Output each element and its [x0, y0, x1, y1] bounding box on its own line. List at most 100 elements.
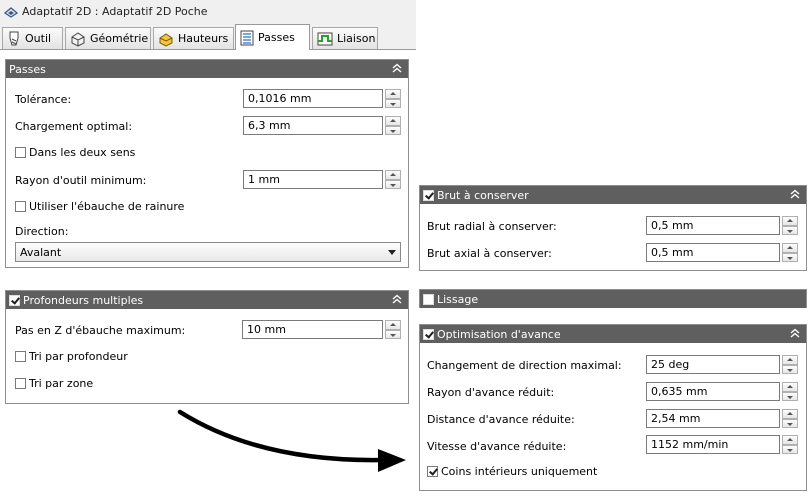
stepover-input[interactable]: 6,3 mm: [243, 116, 383, 135]
spin-up-button[interactable]: [782, 435, 798, 445]
app-icon: [3, 6, 19, 21]
spin-up-button[interactable]: [385, 170, 401, 180]
collapse-chevron-icon[interactable]: [788, 326, 802, 340]
spin-down-button[interactable]: [385, 98, 401, 108]
spin-up-button[interactable]: [782, 409, 798, 419]
inner-corners-option[interactable]: Coins intérieurs uniquement: [427, 465, 597, 478]
spin-up-button[interactable]: [782, 243, 798, 253]
max-step-spinner[interactable]: [385, 320, 401, 339]
spin-up-button[interactable]: [782, 355, 798, 365]
order-depth-checkbox[interactable]: [15, 351, 26, 362]
spin-down-button[interactable]: [385, 329, 401, 339]
max-step-label: Pas en Z d'ébauche maximum:: [15, 324, 186, 337]
slot-option[interactable]: Utiliser l'ébauche de rainure: [15, 200, 184, 213]
radial-stock-spinner[interactable]: [782, 216, 798, 235]
min-radius-field[interactable]: 1 mm: [243, 170, 401, 189]
min-radius-spinner[interactable]: [385, 170, 401, 189]
both-ways-option[interactable]: Dans les deux sens: [15, 146, 135, 159]
spin-up-button[interactable]: [385, 320, 401, 330]
smoothing-header[interactable]: Lissage: [420, 290, 806, 308]
reduced-radius-label: Rayon d'avance réduit:: [427, 386, 555, 399]
tab-label: Géométrie: [90, 32, 149, 45]
spin-down-button[interactable]: [782, 391, 798, 401]
direction-select[interactable]: Avalant: [15, 242, 401, 262]
axial-stock-input[interactable]: 0,5 mm: [646, 243, 780, 262]
spin-up-button[interactable]: [782, 382, 798, 392]
feed-optimization-header[interactable]: Optimisation d'avance: [420, 325, 806, 343]
axial-stock-spinner[interactable]: [782, 243, 798, 262]
reduced-feed-field[interactable]: 1152 mm/min: [646, 435, 798, 454]
tab-label: Hauteurs: [178, 32, 229, 45]
tolerance-spinner[interactable]: [385, 89, 401, 108]
spin-down-button[interactable]: [782, 444, 798, 454]
spin-down-button[interactable]: [385, 179, 401, 189]
feed-optimization-checkbox[interactable]: [423, 328, 434, 340]
spin-up-button[interactable]: [782, 216, 798, 226]
spin-down-button[interactable]: [782, 252, 798, 262]
max-step-input[interactable]: 10 mm: [242, 320, 383, 339]
spin-down-button[interactable]: [782, 225, 798, 235]
collapse-chevron-icon[interactable]: [788, 187, 802, 201]
spin-up-button[interactable]: [385, 89, 401, 99]
reduced-distance-input[interactable]: 2,54 mm: [646, 409, 780, 428]
arrow-icon: [177, 409, 406, 472]
tab-linking[interactable]: Liaison: [312, 27, 378, 49]
spin-down-button[interactable]: [385, 125, 401, 135]
feed-optimization-title: Optimisation d'avance: [437, 327, 561, 341]
axial-stock-label: Brut axial à conserver:: [427, 247, 552, 260]
direction-change-spinner[interactable]: [782, 355, 798, 374]
tab-geometry[interactable]: Géométrie: [65, 27, 151, 49]
order-depth-option[interactable]: Tri par profondeur: [15, 350, 128, 363]
inner-corners-checkbox[interactable]: [427, 466, 438, 477]
tab-label: Outil: [25, 32, 52, 45]
tolerance-field[interactable]: 0,1016 mm: [243, 89, 401, 108]
radial-stock-label: Brut radial à conserver:: [427, 220, 557, 233]
direction-change-field[interactable]: 25 deg: [646, 355, 798, 374]
spin-down-button[interactable]: [782, 418, 798, 428]
direction-change-input[interactable]: 25 deg: [646, 355, 780, 374]
tab-passes[interactable]: Passes: [235, 24, 310, 50]
tool-icon: [9, 31, 19, 45]
min-radius-input[interactable]: 1 mm: [243, 170, 383, 189]
passes-icon: [240, 30, 254, 45]
direction-value: Avalant: [20, 245, 62, 259]
radial-stock-field[interactable]: 0,5 mm: [646, 216, 798, 235]
tab-heights[interactable]: Hauteurs: [153, 27, 234, 49]
tab-tool[interactable]: Outil: [2, 27, 63, 49]
passes-title: Passes: [9, 62, 46, 76]
order-zone-option[interactable]: Tri par zone: [15, 377, 93, 390]
spin-up-button[interactable]: [385, 116, 401, 126]
reduced-radius-input[interactable]: 0,635 mm: [646, 382, 780, 401]
inner-corners-label: Coins intérieurs uniquement: [441, 465, 598, 478]
order-zone-checkbox[interactable]: [15, 378, 26, 389]
multiple-depths-checkbox[interactable]: [9, 294, 20, 306]
multiple-depths-header[interactable]: Profondeurs multiples: [6, 291, 408, 309]
tolerance-input[interactable]: 0,1016 mm: [243, 89, 383, 108]
reduced-distance-spinner[interactable]: [782, 409, 798, 428]
passes-panel: Passes Tolérance: 0,1016 mm Chargement o…: [5, 59, 409, 268]
reduced-feed-spinner[interactable]: [782, 435, 798, 454]
stock-to-leave-header[interactable]: Brut à conserver: [420, 186, 806, 204]
stepover-field[interactable]: 6,3 mm: [243, 116, 401, 135]
smoothing-checkbox[interactable]: [423, 293, 434, 305]
stock-to-leave-checkbox[interactable]: [423, 189, 434, 201]
passes-header[interactable]: Passes: [6, 60, 408, 78]
stock-to-leave-panel: Brut à conserver Brut radial à conserver…: [419, 185, 807, 271]
collapse-chevron-icon[interactable]: [390, 292, 404, 306]
slot-checkbox[interactable]: [15, 201, 26, 212]
axial-stock-field[interactable]: 0,5 mm: [646, 243, 798, 262]
reduced-distance-field[interactable]: 2,54 mm: [646, 409, 798, 428]
stepover-spinner[interactable]: [385, 116, 401, 135]
multiple-depths-title: Profondeurs multiples: [23, 293, 144, 307]
both-ways-checkbox[interactable]: [15, 147, 26, 158]
reduced-radius-field[interactable]: 0,635 mm: [646, 382, 798, 401]
window-title: Adaptatif 2D : Adaptatif 2D Poche: [22, 5, 208, 18]
max-step-field[interactable]: 10 mm: [242, 320, 401, 339]
collapse-chevron-icon[interactable]: [390, 61, 404, 75]
radial-stock-input[interactable]: 0,5 mm: [646, 216, 780, 235]
feed-optimization-panel: Optimisation d'avance Changement de dire…: [419, 324, 807, 491]
spin-down-button[interactable]: [782, 364, 798, 374]
reduced-radius-spinner[interactable]: [782, 382, 798, 401]
reduced-feed-input[interactable]: 1152 mm/min: [646, 435, 780, 454]
min-radius-label: Rayon d'outil minimum:: [15, 174, 147, 187]
